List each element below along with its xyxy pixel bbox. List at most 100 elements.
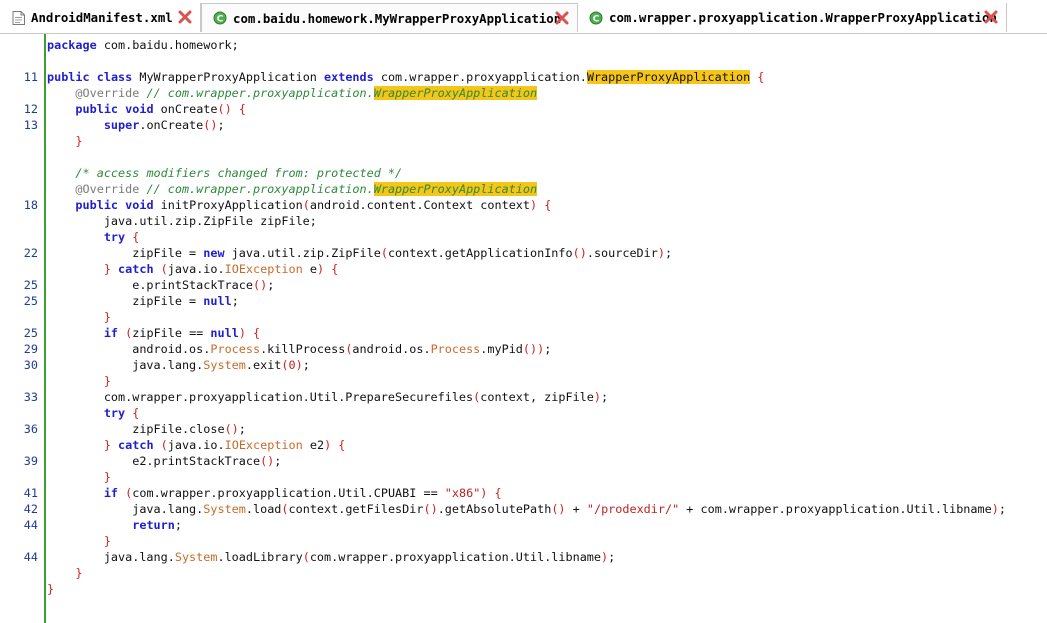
code-token: () bbox=[252, 278, 268, 292]
code-token: java.lang. bbox=[47, 358, 204, 372]
code-text: } bbox=[47, 565, 82, 581]
code-token: void bbox=[125, 198, 154, 212]
code-token: .loadLibrary bbox=[217, 550, 303, 564]
code-line[interactable]: 13 super.onCreate(); bbox=[0, 117, 1047, 133]
code-line[interactable]: 36 zipFile.close(); bbox=[0, 421, 1047, 437]
code-token: com.wrapper.proxyapplication. bbox=[373, 70, 587, 84]
code-line[interactable]: 33 com.wrapper.proxyapplication.Util.Pre… bbox=[0, 389, 1047, 405]
code-editor[interactable]: package com.baidu.homework; 11 public clas… bbox=[0, 34, 1047, 623]
code-token: context.getApplicationInfo bbox=[387, 246, 573, 260]
code-line[interactable]: try { bbox=[0, 405, 1047, 421]
code-line[interactable]: 25 e.printStackTrace(); bbox=[0, 277, 1047, 293]
code-token: zipFile.close bbox=[47, 422, 225, 436]
code-token: () bbox=[203, 118, 218, 132]
close-icon[interactable] bbox=[178, 10, 192, 24]
code-token: WrapperProxyApplication bbox=[373, 182, 538, 196]
line-number: 25 bbox=[23, 294, 38, 308]
code-text: super.onCreate(); bbox=[47, 117, 225, 133]
tab-android-manifest[interactable]: AndroidManifest.xml bbox=[0, 3, 201, 32]
code-token: android.content.Context context bbox=[309, 198, 531, 212]
code-token: java.util.zip.ZipFile bbox=[224, 246, 381, 260]
code-token: e bbox=[302, 262, 317, 276]
tab-wrapper-proxy-application[interactable]: C com.wrapper.proxyapplication.WrapperPr… bbox=[578, 3, 1007, 32]
code-line[interactable]: } catch (java.io.IOException e2) { bbox=[0, 437, 1047, 453]
code-line[interactable]: @Override // com.wrapper.proxyapplicatio… bbox=[0, 181, 1047, 197]
code-token: IOException bbox=[224, 438, 303, 452]
tab-label: com.wrapper.proxyapplication.WrapperProx… bbox=[609, 10, 997, 25]
close-icon[interactable] bbox=[984, 10, 998, 24]
code-line[interactable]: package com.baidu.homework; bbox=[0, 37, 1047, 53]
code-token: Process bbox=[210, 342, 261, 356]
code-line[interactable] bbox=[0, 53, 1047, 69]
code-line[interactable]: } bbox=[0, 533, 1047, 549]
code-token: context, zipFile bbox=[480, 390, 594, 404]
code-line[interactable]: 11 public class MyWrapperProxyApplication… bbox=[0, 69, 1047, 85]
code-text: @Override // com.wrapper.proxyapplicatio… bbox=[47, 181, 538, 197]
tab-my-wrapper-proxy-application[interactable]: C com.baidu.homework.MyWrapperProxyAppli… bbox=[201, 3, 578, 32]
code-line[interactable]: 25 if (zipFile == null) { bbox=[0, 325, 1047, 341]
code-line[interactable]: 42 java.lang.System.load(context.getFile… bbox=[0, 501, 1047, 517]
code-token: Process bbox=[430, 342, 481, 356]
code-line[interactable]: } bbox=[0, 373, 1047, 389]
code-token: ( bbox=[281, 502, 289, 516]
line-number: 11 bbox=[23, 70, 38, 84]
code-token: .onCreate bbox=[139, 118, 204, 132]
code-line[interactable]: 18 public void initProxyApplication(andr… bbox=[0, 197, 1047, 213]
code-token: catch bbox=[118, 262, 154, 276]
code-text: } bbox=[47, 309, 111, 325]
code-line[interactable]: 22 zipFile = new java.util.zip.ZipFile(c… bbox=[0, 245, 1047, 261]
code-line[interactable]: 30 java.lang.System.exit(0); bbox=[0, 357, 1047, 373]
code-token: @Override bbox=[75, 86, 140, 100]
code-text: return; bbox=[47, 517, 182, 533]
code-token: onCreate bbox=[153, 102, 218, 116]
close-icon[interactable] bbox=[555, 11, 569, 25]
code-text: @Override // com.wrapper.proxyapplicatio… bbox=[47, 85, 538, 101]
code-token: ; bbox=[302, 358, 310, 372]
code-line[interactable]: } catch (java.io.IOException e) { bbox=[0, 261, 1047, 277]
code-token: zipFile = bbox=[47, 294, 204, 308]
code-line[interactable]: 12 public void onCreate() { bbox=[0, 101, 1047, 117]
code-line[interactable]: @Override // com.wrapper.proxyapplicatio… bbox=[0, 85, 1047, 101]
code-line[interactable]: java.util.zip.ZipFile zipFile; bbox=[0, 213, 1047, 229]
code-line[interactable]: } bbox=[0, 565, 1047, 581]
code-line[interactable]: /* access modifiers changed from: protec… bbox=[0, 165, 1047, 181]
code-line[interactable]: 39 e2.printStackTrace(); bbox=[0, 453, 1047, 469]
code-token: ) bbox=[991, 502, 999, 516]
code-token: } bbox=[103, 310, 111, 324]
code-token: com.baidu.homework; bbox=[96, 38, 239, 52]
code-token: } bbox=[103, 374, 111, 388]
code-token: e.printStackTrace bbox=[47, 278, 253, 292]
code-token: public bbox=[47, 70, 90, 84]
code-line[interactable]: 44 return; bbox=[0, 517, 1047, 533]
tab-label: AndroidManifest.xml bbox=[31, 10, 173, 25]
code-line[interactable]: 41 if (com.wrapper.proxyapplication.Util… bbox=[0, 485, 1047, 501]
line-number: 12 bbox=[23, 102, 38, 116]
code-line[interactable] bbox=[0, 149, 1047, 165]
code-line[interactable]: } bbox=[0, 309, 1047, 325]
code-line[interactable]: } bbox=[0, 469, 1047, 485]
code-text: public void onCreate() { bbox=[47, 101, 246, 117]
line-number: 39 bbox=[23, 454, 38, 468]
code-line[interactable]: 44 java.lang.System.loadLibrary(com.wrap… bbox=[0, 549, 1047, 565]
code-text: } catch (java.io.IOException e) { bbox=[47, 261, 338, 277]
code-token: // com.wrapper.proxyapplication. bbox=[139, 182, 374, 196]
code-line[interactable]: 25 zipFile = null; bbox=[0, 293, 1047, 309]
code-line[interactable]: try { bbox=[0, 229, 1047, 245]
code-token: System bbox=[203, 502, 246, 516]
code-line[interactable]: 29 android.os.Process.killProcess(androi… bbox=[0, 341, 1047, 357]
code-text: } bbox=[47, 133, 82, 149]
code-line[interactable]: } bbox=[0, 133, 1047, 149]
code-token: .myPid bbox=[480, 342, 523, 356]
code-token: { bbox=[132, 230, 140, 244]
code-token: try bbox=[103, 230, 126, 244]
code-token: java.io. bbox=[167, 438, 225, 452]
code-line[interactable]: } bbox=[0, 581, 1047, 597]
code-token: ) bbox=[238, 326, 246, 340]
